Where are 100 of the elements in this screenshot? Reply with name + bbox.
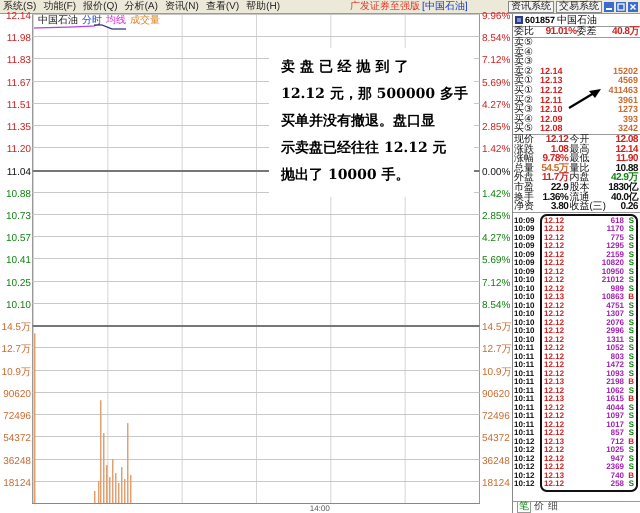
panel-tab[interactable]: 笔: [517, 502, 531, 513]
trade-volume: 740: [610, 472, 624, 480]
trade-price: 12.12: [544, 225, 566, 234]
menu-item[interactable]: 报价(Q): [83, 0, 118, 12]
axis-label: 11.83: [6, 56, 32, 66]
menu-item[interactable]: 功能(F): [43, 0, 76, 12]
trade-time: 10:11: [514, 429, 536, 438]
trade-time: 10:11: [514, 404, 536, 412]
trade-side: B: [627, 472, 634, 480]
order-volume: 393: [622, 114, 638, 124]
axis-label: 10.88: [6, 190, 32, 200]
trade-side: S: [628, 336, 634, 344]
axis-label: 5.69%: [481, 78, 510, 89]
field-value: 54.5万: [540, 164, 568, 174]
field-value: 12.08: [614, 134, 638, 145]
trade-price: 12.12: [544, 412, 566, 421]
order-volume: 3242: [618, 123, 638, 134]
menu-item[interactable]: 查看(V): [206, 0, 240, 12]
maximize-icon[interactable]: [616, 2, 626, 12]
order-price: 12.14: [540, 66, 563, 76]
axis-label: 36248: [481, 456, 510, 467]
menu-item[interactable]: 系统(S): [3, 0, 36, 12]
order-label: 买⑤: [514, 124, 533, 134]
app-title: 广发证券至强版: [350, 0, 420, 12]
trade-volume: 1017: [605, 420, 624, 429]
axis-label: 11.04: [6, 168, 32, 178]
axis-label: 54372: [481, 434, 510, 444]
axis-label: 18124: [3, 478, 32, 489]
field-label: 换手: [514, 192, 534, 202]
menu-item[interactable]: 分析(A): [124, 0, 158, 12]
axis-label: 10.41: [6, 256, 32, 266]
axis-label: 14.5万: [481, 323, 512, 334]
minimize-icon[interactable]: [604, 2, 614, 12]
order-volume: 411463: [608, 84, 638, 95]
trade-side: B: [627, 378, 634, 387]
order-label: 卖⑤: [514, 38, 534, 48]
axis-label: 9.96%: [481, 12, 510, 22]
field-value: 0.26: [620, 202, 638, 212]
trade-price: 12.12: [544, 454, 566, 463]
menu-item[interactable]: 资讯(N): [164, 0, 199, 12]
trade-side: S: [628, 429, 634, 438]
order-volume: 15202: [612, 66, 638, 76]
axis-label: 7.12%: [481, 278, 510, 289]
order-price: 12.10: [540, 104, 563, 114]
trade-side: S: [628, 361, 634, 370]
trade-volume: 2369: [605, 463, 624, 472]
field-label: 现价: [514, 134, 534, 145]
menu-item[interactable]: 帮助(H): [246, 0, 280, 12]
system-button[interactable]: 资讯系统: [508, 0, 554, 12]
field-value: 22.9: [550, 182, 568, 192]
trade-time: 10:10: [514, 276, 536, 285]
axis-label: 90620: [481, 390, 510, 400]
trade-price: 12.12: [544, 284, 566, 293]
chart-mode-label[interactable]: 分时: [82, 16, 102, 26]
trade-price: 12.12: [544, 250, 566, 259]
trade-volume: 618: [610, 216, 624, 225]
close-icon[interactable]: [628, 2, 638, 12]
system-button[interactable]: 交易系统: [556, 0, 602, 12]
field-label: 收益(三): [569, 202, 606, 212]
trade-time: 10:09: [514, 242, 536, 251]
field-value: 10.88: [615, 164, 638, 174]
trade-price: 12.13: [544, 395, 566, 404]
field-value: 40.0亿: [610, 192, 638, 202]
field-value: 12.14: [614, 144, 638, 154]
trade-side: S: [628, 259, 634, 268]
axis-label: 72496: [3, 412, 32, 422]
panel-tab[interactable]: 价: [533, 502, 545, 513]
order-price: 12.12: [540, 84, 563, 95]
axis-label: 10.9万: [2, 368, 32, 378]
trade-price: 12.12: [544, 318, 566, 327]
trade-time: 10:12: [514, 454, 536, 463]
axis-label: 1.42%: [481, 190, 510, 200]
field-value: 40.8万: [611, 27, 639, 37]
trade-volume: 1093: [605, 370, 624, 378]
field-label: 委差: [576, 27, 596, 37]
order-label: 买①: [514, 86, 534, 96]
stock-code: 601857: [525, 15, 556, 25]
trade-volume: 775: [610, 234, 624, 242]
trade-time: 10:09: [514, 250, 536, 259]
field-value: 1.08: [550, 144, 568, 154]
trade-volume: 10820: [600, 259, 624, 268]
panel-tab[interactable]: 细: [547, 502, 559, 513]
axis-label: 36248: [3, 456, 32, 467]
trade-volume: 1295: [605, 242, 624, 251]
trade-side: S: [628, 268, 634, 276]
axis-label: 11.67: [6, 78, 32, 89]
trade-time: 10:11: [514, 370, 536, 378]
field-value: 11.90: [615, 154, 638, 164]
trade-side: S: [628, 302, 634, 310]
trade-price: 12.13: [544, 378, 566, 387]
trade-price: 12.12: [544, 404, 566, 412]
trade-price: 12.12: [544, 480, 566, 489]
trade-price: 12.12: [544, 310, 566, 319]
order-volume: 3961: [618, 94, 638, 105]
trade-price: 12.12: [544, 276, 566, 285]
trade-price: 12.12: [544, 336, 566, 344]
axis-label: 54372: [3, 434, 32, 444]
chart-mode-label[interactable]: 均线: [106, 16, 126, 26]
trade-volume: 857: [610, 429, 624, 438]
trade-volume: 947: [610, 454, 624, 463]
